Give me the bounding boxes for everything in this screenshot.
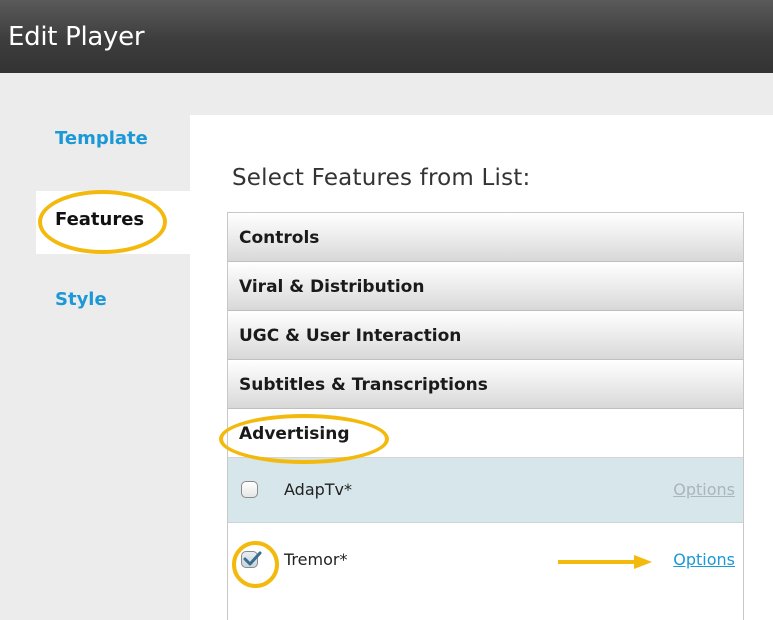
category-subtitles-transcriptions[interactable]: Subtitles & Transcriptions: [228, 360, 743, 409]
checkmark-icon: [243, 551, 262, 566]
window-title: Edit Player: [8, 22, 145, 52]
category-ugc-user-interaction[interactable]: UGC & User Interaction: [228, 311, 743, 360]
category-advertising[interactable]: Advertising: [228, 409, 743, 458]
feature-row-tremor: Tremor* Options: [228, 523, 743, 593]
category-label: Viral & Distribution: [239, 277, 425, 297]
category-label: Advertising: [239, 424, 350, 444]
feature-row-adaptv: AdapTv* Options: [228, 458, 743, 523]
edit-player-window: Edit Player Template Features Style Sele…: [0, 0, 773, 620]
category-controls[interactable]: Controls: [228, 213, 743, 262]
tremor-checkbox[interactable]: [241, 551, 262, 568]
sidebar: Template Features Style: [0, 73, 190, 620]
sidebar-item-label: Features: [55, 209, 145, 230]
category-label: Subtitles & Transcriptions: [239, 375, 488, 395]
tremor-options-link[interactable]: Options: [673, 550, 735, 569]
feature-name: AdapTv*: [284, 480, 353, 499]
category-label: Controls: [239, 228, 320, 248]
panel-heading: Select Features from List:: [232, 165, 531, 191]
feature-name: Tremor*: [284, 550, 348, 569]
sidebar-item-template[interactable]: Template: [55, 128, 209, 149]
feature-list: Controls Viral & Distribution UGC & User…: [227, 212, 744, 620]
category-label: UGC & User Interaction: [239, 326, 462, 346]
category-viral-distribution[interactable]: Viral & Distribution: [228, 262, 743, 311]
sidebar-item-features[interactable]: Features: [36, 191, 190, 254]
adaptv-options-link[interactable]: Options: [673, 480, 735, 499]
adaptv-checkbox[interactable]: [241, 481, 258, 498]
features-panel: Select Features from List: Controls Vira…: [190, 115, 773, 620]
sidebar-item-style[interactable]: Style: [55, 289, 209, 310]
title-bar: Edit Player: [0, 0, 773, 73]
arrow-right-icon: [558, 555, 652, 569]
